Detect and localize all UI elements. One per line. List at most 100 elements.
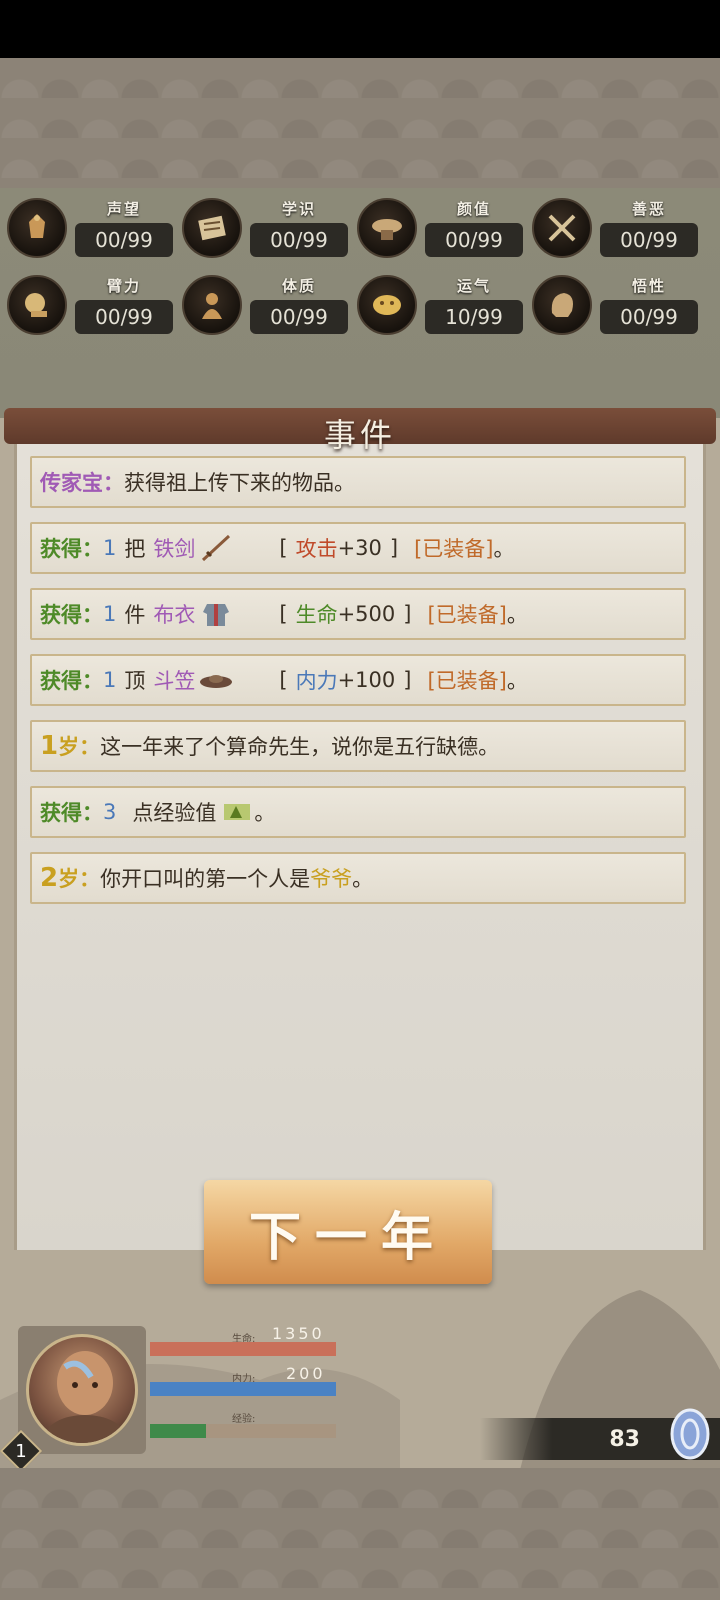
mp-bar-fill xyxy=(150,1382,336,1396)
player-avatar[interactable] xyxy=(26,1334,138,1446)
hp-bar-fill xyxy=(150,1342,336,1356)
prestige-icon xyxy=(7,198,67,258)
event-item-name: 布衣 xyxy=(153,603,196,627)
event-bonus: +100 xyxy=(337,668,396,692)
bracket-open: [ xyxy=(279,668,288,692)
stat-name: 善恶 xyxy=(631,200,666,218)
event-age: 2 xyxy=(40,863,59,893)
event-stat: 内力 xyxy=(295,669,338,693)
comprehension-icon xyxy=(532,275,592,335)
stat-name: 学识 xyxy=(281,200,316,218)
event-qty: 1 xyxy=(103,602,117,626)
stat-strength[interactable]: 臂力 00/99 xyxy=(0,269,175,339)
stat-constitution[interactable]: 体质 00/99 xyxy=(175,269,350,339)
knowledge-icon xyxy=(182,198,242,258)
next-year-button[interactable]: 下一年 xyxy=(204,1180,492,1284)
event-label: 获得： xyxy=(40,669,103,693)
coin-icon xyxy=(670,1408,710,1460)
bottom-pattern-background xyxy=(0,1468,720,1600)
event-unit: 把 xyxy=(124,537,146,561)
stat-name: 运气 xyxy=(456,277,491,295)
event-item-name: 铁剑 xyxy=(153,537,196,561)
luck-icon xyxy=(357,275,417,335)
stat-name: 臂力 xyxy=(106,277,141,295)
morality-icon xyxy=(532,198,592,258)
event-item: 2 岁： 你开口叫的第一个人是 爷爷 。 xyxy=(30,852,686,904)
event-age-unit: 岁： xyxy=(58,735,101,759)
exp-bar xyxy=(150,1424,336,1438)
event-label: 传家宝： xyxy=(40,471,124,495)
event-label: 获得： xyxy=(40,537,103,561)
game-screen: 声望 00/99 学识 00/99 颜值 00/99 善恶 00/99 臂力 0… xyxy=(0,0,720,1600)
event-end: 。 xyxy=(493,537,515,561)
event-item: 1 岁： 这一年来了个算命先生，说你是五行缺德。 xyxy=(30,720,686,772)
sword-icon xyxy=(202,534,231,562)
event-qty: 1 xyxy=(103,536,117,560)
event-age: 1 xyxy=(40,731,59,761)
event-text: 你开口叫的第一个人是 xyxy=(100,867,311,891)
experience-icon xyxy=(224,804,251,820)
event-qty: 1 xyxy=(103,668,117,692)
hp-bar xyxy=(150,1342,336,1356)
events-title: 事件 xyxy=(323,416,396,454)
event-end: 。 xyxy=(352,867,374,891)
event-item: 获得： 3 点经验值 。 xyxy=(30,786,686,838)
stat-value: 00/99 xyxy=(75,223,173,257)
event-end: 。 xyxy=(254,801,276,825)
event-stat: 攻击 xyxy=(295,537,338,561)
event-item-name: 斗笠 xyxy=(153,669,196,693)
event-item: 获得： 1 件 布衣 [ 生命 +500 ] [已装备] 。 xyxy=(30,588,686,640)
event-text: 这一年来了个算命先生，说你是五行缺德。 xyxy=(100,735,500,759)
event-end: 。 xyxy=(506,603,528,627)
stat-name: 颜值 xyxy=(456,200,491,218)
equipped-status: [已装备] xyxy=(427,669,507,693)
mp-bar xyxy=(150,1382,336,1396)
appearance-icon xyxy=(357,198,417,258)
next-year-label: 下一年 xyxy=(248,1206,447,1268)
top-pattern-background xyxy=(0,58,720,188)
stat-appearance[interactable]: 颜值 00/99 xyxy=(350,192,525,262)
stat-prestige[interactable]: 声望 00/99 xyxy=(0,192,175,262)
event-stat: 生命 xyxy=(295,603,338,627)
stat-name: 声望 xyxy=(106,200,141,218)
event-unit: 顶 xyxy=(124,669,146,693)
event-end: 。 xyxy=(506,669,528,693)
event-text: 点经验值 xyxy=(132,801,217,825)
bracket-close: ] xyxy=(403,668,412,692)
stat-value: 10/99 xyxy=(425,300,523,334)
bamboo-hat-icon xyxy=(200,675,233,688)
stat-name: 悟性 xyxy=(631,277,666,295)
event-item: 获得： 1 把 铁剑 [ 攻击 +30 ] [已装备] 。 xyxy=(30,522,686,574)
bracket-close: ] xyxy=(389,536,399,560)
bracket-open: [ xyxy=(279,602,288,626)
event-unit: 件 xyxy=(124,603,146,627)
event-age-unit: 岁： xyxy=(58,867,101,891)
equipped-status: [已装备] xyxy=(414,537,494,561)
event-label: 获得： xyxy=(40,801,103,825)
event-item: 获得： 1 顶 斗笠 [ 内力 +100 ] [已装备] 。 xyxy=(30,654,686,706)
event-bonus: +30 xyxy=(337,536,382,560)
stat-name: 体质 xyxy=(281,277,316,295)
stat-value: 00/99 xyxy=(600,223,698,257)
stat-morality[interactable]: 善恶 00/99 xyxy=(525,192,700,262)
event-label: 获得： xyxy=(40,603,103,627)
stat-luck[interactable]: 运气 10/99 xyxy=(350,269,525,339)
constitution-icon xyxy=(182,275,242,335)
stat-comprehension[interactable]: 悟性 00/99 xyxy=(525,269,700,339)
stat-value: 00/99 xyxy=(250,223,348,257)
strength-icon xyxy=(7,275,67,335)
stat-value: 00/99 xyxy=(75,300,173,334)
mp-value: 200 xyxy=(286,1364,326,1383)
stat-value: 00/99 xyxy=(600,300,698,334)
robe-icon xyxy=(203,604,230,626)
level-number: 1 xyxy=(15,1440,27,1462)
bracket-close: ] xyxy=(403,602,412,626)
currency-amount: 83 xyxy=(609,1426,640,1452)
events-header: 事件 xyxy=(4,408,716,454)
hp-value: 1350 xyxy=(272,1324,325,1343)
stat-knowledge[interactable]: 学识 00/99 xyxy=(175,192,350,262)
event-text: 获得祖上传下来的物品。 xyxy=(124,471,355,495)
exp-bar-fill xyxy=(150,1424,206,1438)
bracket-open: [ xyxy=(279,536,288,560)
event-bonus: +500 xyxy=(337,602,396,626)
